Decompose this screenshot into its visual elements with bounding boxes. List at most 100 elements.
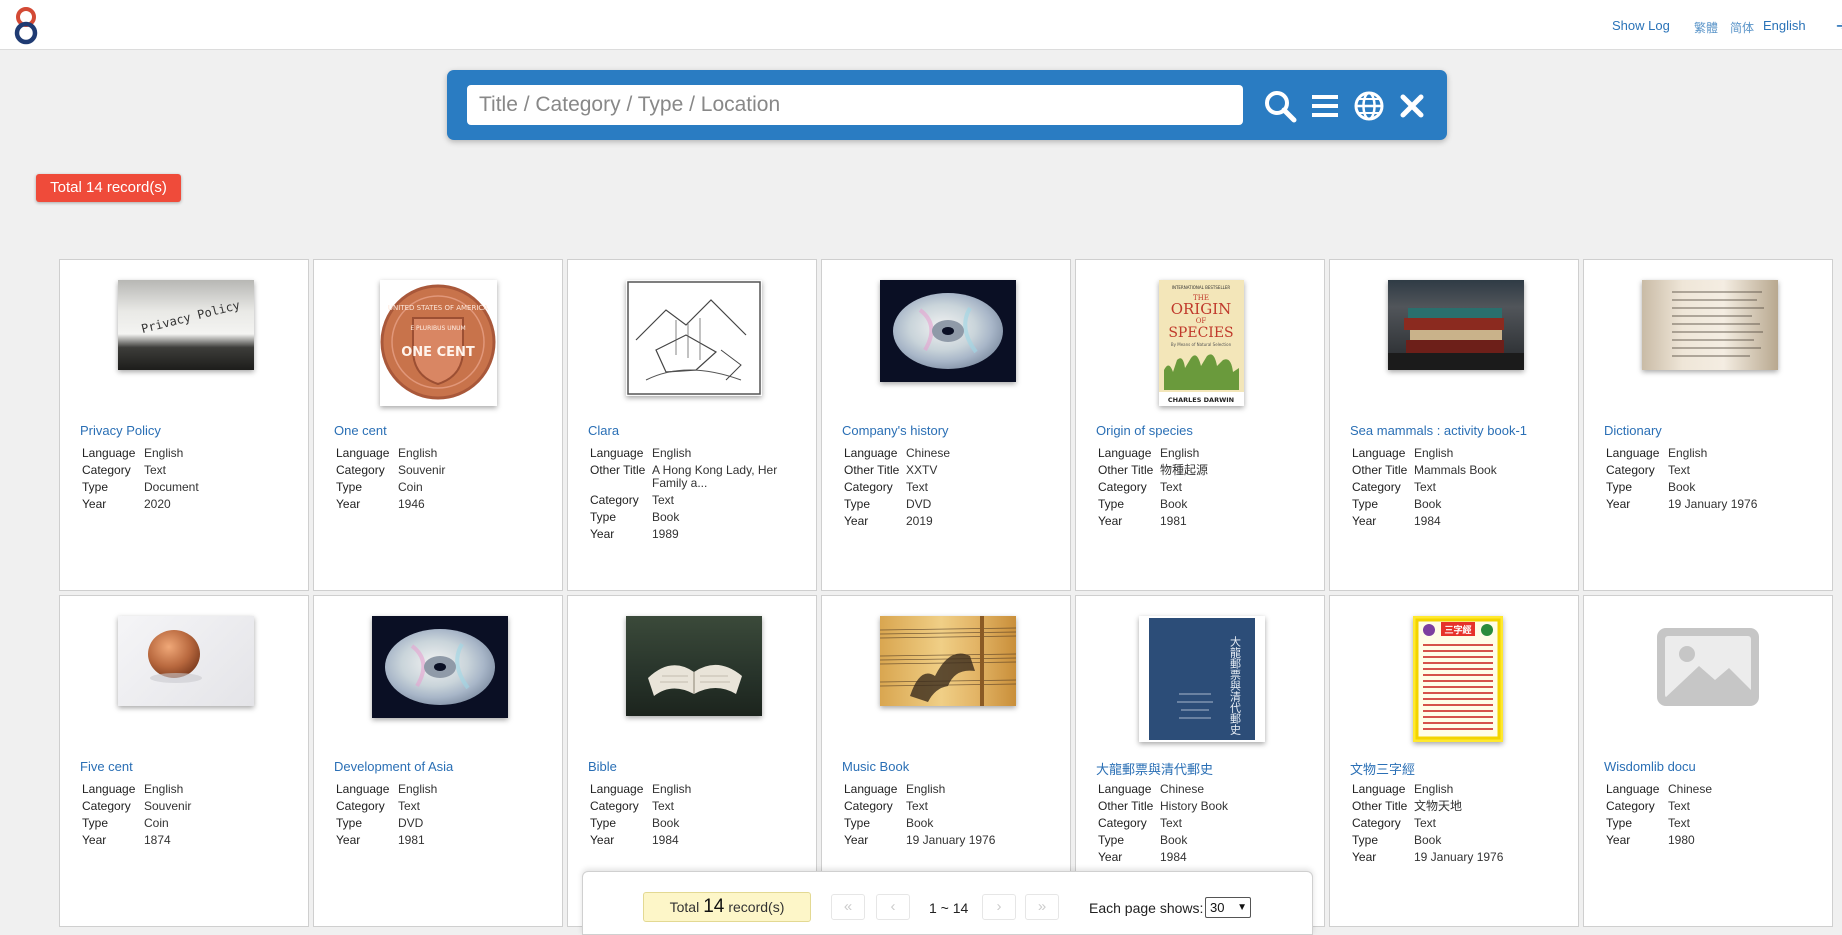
meta-value: DVD bbox=[906, 497, 932, 511]
record-card[interactable]: Wisdomlib docu Language Chinese Category T… bbox=[1583, 595, 1833, 927]
meta-value: Text bbox=[144, 463, 167, 477]
meta-key: Year bbox=[590, 527, 615, 541]
record-meta: Language Chinese Other Title History Book … bbox=[1098, 781, 1318, 866]
total-records-badge: Total 14 record(s) bbox=[36, 174, 181, 202]
meta-key: Type bbox=[82, 816, 109, 830]
meta-value: 1984 bbox=[652, 833, 679, 847]
meta-key: Category bbox=[336, 799, 385, 813]
record-card[interactable]: Clara Language English Other Title A Hong … bbox=[567, 259, 817, 591]
first-page-button[interactable]: « bbox=[831, 894, 865, 920]
meta-key: Year bbox=[1352, 514, 1377, 528]
meta-value: DVD bbox=[398, 816, 424, 830]
meta-key: Category bbox=[1098, 816, 1147, 830]
record-title[interactable]: 文物三字經 bbox=[1350, 759, 1415, 778]
lang-english[interactable]: English bbox=[1763, 18, 1806, 33]
globe-icon[interactable] bbox=[1352, 89, 1386, 123]
show-log-link[interactable]: Show Log bbox=[1612, 18, 1670, 33]
record-meta: Language English Other Title Mammals Book … bbox=[1352, 445, 1572, 530]
meta-value: Text bbox=[1160, 816, 1183, 830]
meta-key: Type bbox=[1606, 816, 1633, 830]
lang-simplified-chinese[interactable]: 简体 bbox=[1730, 19, 1754, 36]
meta-value: English bbox=[1414, 782, 1454, 796]
meta-key: Language bbox=[1352, 782, 1406, 796]
meta-key: Year bbox=[1098, 514, 1123, 528]
meta-key: Year bbox=[1606, 497, 1631, 511]
record-title[interactable]: Company's history bbox=[842, 423, 949, 438]
meta-key: Language bbox=[1606, 446, 1660, 460]
meta-key: Year bbox=[1606, 833, 1631, 847]
next-page-button[interactable]: › bbox=[982, 894, 1016, 920]
meta-key: Language bbox=[82, 782, 136, 796]
meta-value: 1984 bbox=[1160, 850, 1187, 864]
record-title[interactable]: 大龍郵票與清代郵史 bbox=[1096, 759, 1213, 778]
meta-key: Language bbox=[1098, 782, 1152, 796]
record-title[interactable]: Sea mammals : activity book-1 bbox=[1350, 423, 1527, 438]
prev-page-button[interactable]: ‹ bbox=[876, 894, 910, 920]
record-meta: Language English Category Souvenir Type Coi… bbox=[336, 445, 556, 513]
record-title[interactable]: Five cent bbox=[80, 759, 133, 774]
meta-key: Type bbox=[844, 497, 871, 511]
record-card[interactable]: Privacy Policy Privacy Policy Language En… bbox=[59, 259, 309, 591]
record-card[interactable]: INTERNATIONAL BESTSELLER THE ORIGIN OF S… bbox=[1075, 259, 1325, 591]
record-card[interactable]: UNITED STATES OF AMERICA E PLURIBUS UNUM… bbox=[313, 259, 563, 591]
record-card[interactable]: 三字經 文物三字經 Language English Other Title 文物天… bbox=[1329, 595, 1579, 927]
search-icon[interactable] bbox=[1263, 89, 1297, 123]
page-size-select[interactable]: 30 ▼ bbox=[1205, 897, 1251, 918]
meta-value: English bbox=[1668, 446, 1708, 460]
record-card[interactable]: Sea mammals : activity book-1 Language En… bbox=[1329, 259, 1579, 591]
record-title[interactable]: Clara bbox=[588, 423, 619, 438]
last-page-button[interactable]: » bbox=[1025, 894, 1059, 920]
login-icon[interactable]: ➜ bbox=[1836, 18, 1842, 32]
meta-key: Type bbox=[82, 480, 109, 494]
book-stack-image bbox=[1388, 308, 1524, 370]
cover-subtitle: By Means of Natural Selection bbox=[1171, 342, 1232, 347]
record-title[interactable]: Dictionary bbox=[1604, 423, 1662, 438]
record-title[interactable]: Music Book bbox=[842, 759, 909, 774]
dvd-disc-image bbox=[893, 293, 1003, 369]
poster-title: 三字經 bbox=[1444, 624, 1471, 636]
record-thumbnail bbox=[314, 616, 564, 744]
record-title[interactable]: One cent bbox=[334, 423, 387, 438]
record-card[interactable]: Development of Asia Language English Cate… bbox=[313, 595, 563, 927]
meta-value: 物種起源 bbox=[1160, 463, 1209, 477]
meta-key: Category bbox=[82, 463, 131, 477]
lang-traditional-chinese[interactable]: 繁體 bbox=[1694, 19, 1718, 36]
record-title[interactable]: Origin of species bbox=[1096, 423, 1193, 438]
meta-value: Book bbox=[652, 510, 680, 524]
cover-title-line: SPECIES bbox=[1168, 325, 1233, 341]
record-card[interactable]: Five cent Language English Category Souven… bbox=[59, 595, 309, 927]
app-logo[interactable] bbox=[12, 6, 42, 46]
clear-icon[interactable] bbox=[1395, 89, 1429, 123]
record-meta: Language Chinese Category Text Type Text Ye… bbox=[1606, 781, 1826, 849]
record-card[interactable]: Company's history Language Chinese Other … bbox=[821, 259, 1071, 591]
record-title[interactable]: Bible bbox=[588, 759, 617, 774]
meta-key: Other Title bbox=[844, 463, 900, 477]
book-cover-image: 大龍郵票與清代郵史 bbox=[1149, 618, 1255, 740]
meta-value: 2019 bbox=[906, 514, 933, 528]
coin-legend: UNITED STATES OF AMERICA bbox=[388, 304, 488, 312]
meta-key: Category bbox=[590, 799, 639, 813]
meta-key: Language bbox=[844, 446, 898, 460]
pagination-total: Total 14 record(s) bbox=[643, 892, 811, 922]
record-title[interactable]: Development of Asia bbox=[334, 759, 453, 774]
meta-key: Language bbox=[844, 782, 898, 796]
meta-value: Text bbox=[1668, 799, 1691, 813]
meta-value: History Book bbox=[1160, 799, 1229, 813]
meta-key: Year bbox=[336, 833, 361, 847]
menu-icon[interactable] bbox=[1308, 89, 1342, 123]
meta-value: English bbox=[398, 446, 438, 460]
meta-key: Category bbox=[590, 493, 639, 507]
meta-value: 1946 bbox=[398, 497, 425, 511]
record-title[interactable]: Privacy Policy bbox=[80, 423, 161, 438]
meta-value: Text bbox=[1160, 480, 1183, 494]
record-card[interactable]: Dictionary Language English Category Text … bbox=[1583, 259, 1833, 591]
dictionary-page-image bbox=[1672, 291, 1764, 357]
meta-key: Category bbox=[1098, 480, 1147, 494]
search-input[interactable] bbox=[467, 85, 1243, 125]
record-thumbnail bbox=[822, 616, 1072, 744]
meta-value: Text bbox=[1414, 480, 1437, 494]
record-title[interactable]: Wisdomlib docu bbox=[1604, 759, 1696, 774]
meta-value: Book bbox=[1160, 833, 1188, 847]
meta-key: Language bbox=[1352, 446, 1406, 460]
coin-denomination: ONE CENT bbox=[401, 345, 475, 360]
